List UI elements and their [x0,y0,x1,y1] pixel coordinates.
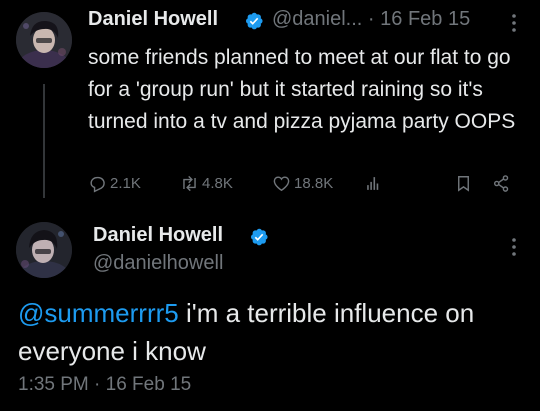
main-tweet-text: @summerrrr5 i'm a terrible influence on … [18,294,528,370]
heart-icon [273,175,290,191]
share-button[interactable] [492,170,511,196]
verified-badge-icon[interactable] [244,11,264,31]
retweet-count: 4.8K [202,174,233,192]
retweet-icon [183,175,196,191]
bookmark-icon [458,175,469,192]
reply-button[interactable]: 2.1K [88,170,141,196]
reply-tweet-text: some friends planned to meet at our flat… [88,46,516,133]
thread-line [43,84,45,198]
reply-handle[interactable]: @daniel... · 16 Feb 15 [272,8,470,31]
reply-icon [90,176,105,193]
handle-text[interactable]: @daniel... [272,8,362,30]
avatar[interactable] [16,12,72,68]
like-count: 18.8K [294,174,334,192]
action-bar: 2.1K 4.8K 18.8K [88,170,528,196]
handle[interactable]: @danielhowell [93,252,223,275]
mention-link[interactable]: @summerrrr5 [18,298,179,328]
verified-badge-icon[interactable] [249,227,269,247]
share-icon [493,174,509,192]
display-name[interactable]: Daniel Howell [88,8,218,31]
bookmark-button[interactable] [454,170,473,196]
analytics-icon [367,176,379,190]
retweet-button[interactable]: 4.8K [180,170,233,196]
more-options-icon[interactable] [506,236,522,258]
tweet-date[interactable]: 16 Feb 15 [380,8,470,30]
display-name[interactable]: Daniel Howell [93,224,223,247]
timestamp[interactable]: 1:35 PM · 16 Feb 15 [18,374,191,396]
like-button[interactable]: 18.8K [272,170,333,196]
more-options-icon[interactable] [506,12,522,34]
separator: · [367,8,375,30]
avatar[interactable] [16,222,72,278]
views-button[interactable] [364,170,383,196]
reply-count: 2.1K [110,174,141,192]
